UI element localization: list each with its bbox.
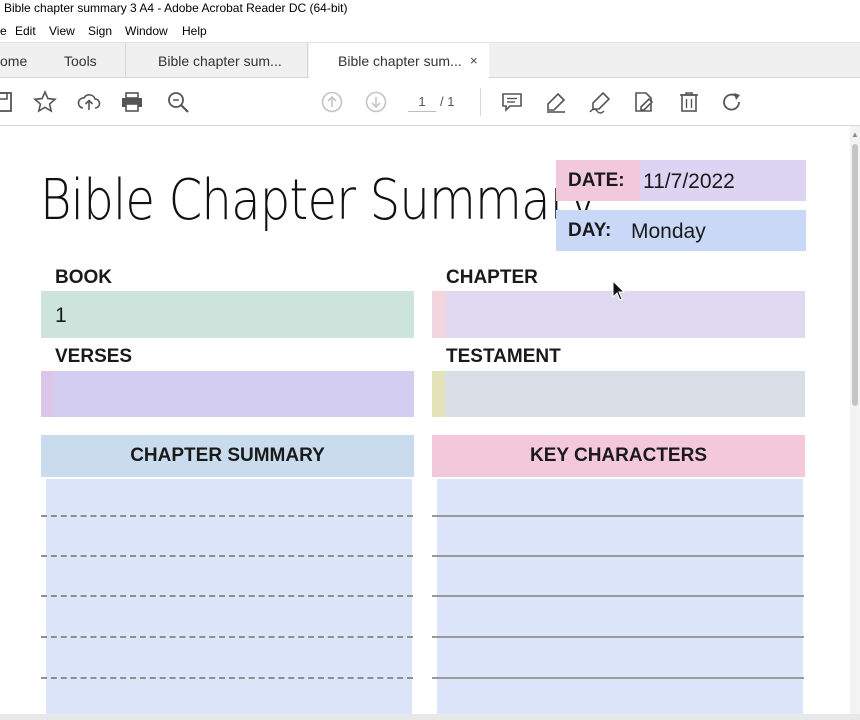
prev-page-icon[interactable] <box>320 90 344 114</box>
page-number-input[interactable]: 1 <box>408 92 436 112</box>
edit-pdf-icon[interactable] <box>632 90 656 114</box>
date-value: 11/7/2022 <box>643 170 735 193</box>
summary-line <box>41 515 413 517</box>
print-icon[interactable] <box>120 90 144 114</box>
chapter-label: CHAPTER <box>446 267 538 288</box>
tab-document-1[interactable]: Bible chapter sum... <box>128 43 308 79</box>
save-icon[interactable] <box>0 90 14 114</box>
menu-view[interactable]: View <box>49 24 75 38</box>
zoom-icon[interactable] <box>166 90 190 114</box>
close-tab-icon[interactable]: × <box>470 43 482 79</box>
book-label: BOOK <box>55 267 112 288</box>
tab-document-2[interactable]: Bible chapter sum... <box>309 43 489 80</box>
summary-line <box>41 555 413 557</box>
mouse-cursor-icon <box>612 279 626 302</box>
book-value: 1 <box>55 304 67 327</box>
document-page: Bible Chapter Summary DATE: 11/7/2022 DA… <box>0 126 850 714</box>
key-characters-area[interactable] <box>432 479 804 714</box>
characters-line <box>432 677 804 679</box>
verses-field[interactable] <box>41 371 414 417</box>
summary-line <box>41 677 413 679</box>
menu-window[interactable]: Window <box>125 24 168 38</box>
tab-bar: ome Tools Bible chapter sum... Bible cha… <box>0 42 860 80</box>
comment-icon[interactable] <box>500 90 524 114</box>
delete-icon[interactable] <box>677 90 701 114</box>
chapter-summary-header: CHAPTER SUMMARY <box>41 435 414 477</box>
page-total: / 1 <box>440 94 455 109</box>
testament-label: TESTAMENT <box>446 346 561 367</box>
menu-edit[interactable]: Edit <box>15 24 36 38</box>
rotate-icon[interactable] <box>720 90 744 114</box>
menu-sign[interactable]: Sign <box>88 24 112 38</box>
status-strip <box>0 714 860 720</box>
key-characters-header: KEY CHARACTERS <box>432 435 805 477</box>
menu-help[interactable]: Help <box>182 24 207 38</box>
chapter-summary-area[interactable] <box>41 479 413 714</box>
vertical-scrollbar[interactable]: ▲ <box>850 126 860 714</box>
characters-line <box>432 555 804 557</box>
tab-document-2-label: Bible chapter sum... <box>338 53 462 69</box>
next-page-icon[interactable] <box>364 90 388 114</box>
highlight-icon[interactable] <box>544 90 568 114</box>
star-icon[interactable] <box>33 90 57 114</box>
verses-label: VERSES <box>55 346 133 367</box>
tab-tools[interactable]: Tools <box>50 43 126 79</box>
tab-home[interactable]: ome <box>0 43 47 79</box>
page-title: Bible Chapter Summary <box>40 168 597 233</box>
toolbar-divider <box>480 88 481 116</box>
scroll-thumb[interactable] <box>852 144 858 406</box>
day-value: Monday <box>631 220 706 243</box>
characters-line <box>432 636 804 638</box>
characters-line <box>432 595 804 597</box>
scroll-up-icon[interactable]: ▲ <box>850 130 860 140</box>
window-title-bar: Bible chapter summary 3 A4 - Adobe Acrob… <box>0 0 860 20</box>
menu-bar: e Edit View Sign Window Help <box>0 20 860 42</box>
summary-line <box>41 595 413 597</box>
summary-line <box>41 636 413 638</box>
day-label: DAY: <box>568 220 612 241</box>
testament-field[interactable] <box>432 371 805 417</box>
window-title: Bible chapter summary 3 A4 - Adobe Acrob… <box>4 1 348 15</box>
menu-file[interactable]: e <box>0 24 7 38</box>
book-field[interactable] <box>41 291 414 338</box>
date-label: DATE: <box>568 170 625 191</box>
toolbar: 1 / 1 <box>0 78 860 126</box>
upload-icon[interactable] <box>77 90 101 114</box>
characters-line <box>432 515 804 517</box>
sign-icon[interactable] <box>588 90 612 114</box>
